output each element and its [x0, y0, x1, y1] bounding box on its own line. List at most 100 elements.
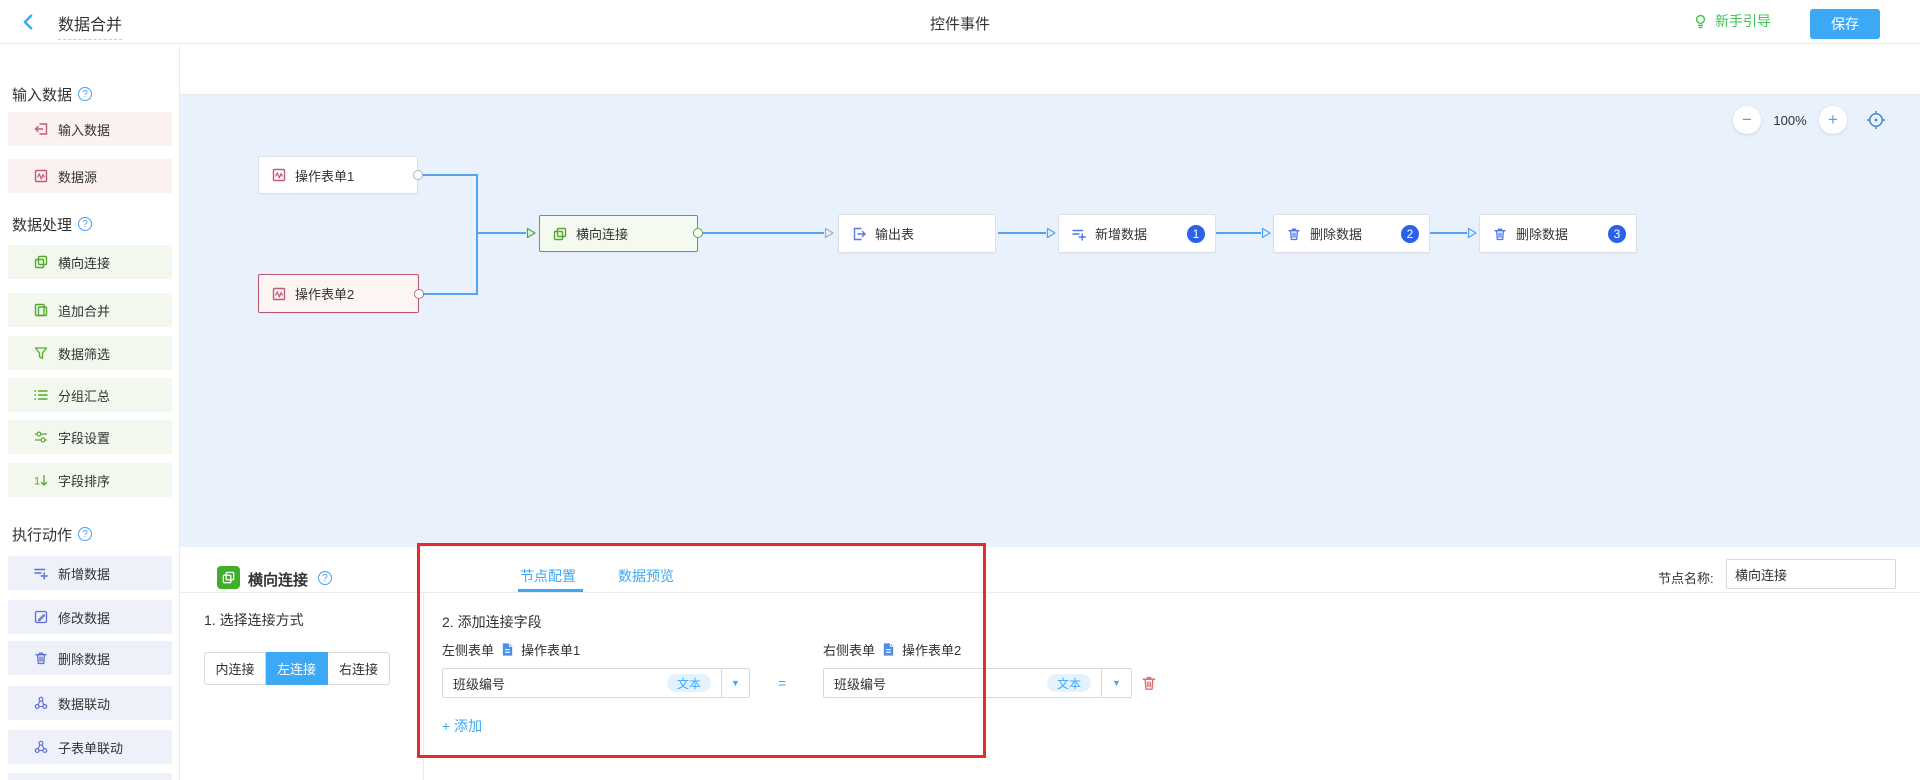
wire — [476, 174, 478, 295]
sidebar-item-data-filter[interactable]: 数据筛选 — [8, 336, 172, 370]
flow-canvas[interactable] — [180, 95, 1920, 547]
node-label: 横向连接 — [576, 224, 628, 243]
sidebar-item-edit-data[interactable]: 修改数据 — [8, 600, 172, 634]
arrowhead-icon — [1467, 227, 1479, 239]
output-port[interactable] — [414, 289, 424, 299]
add-join-field-link[interactable]: + 添加 — [442, 716, 482, 736]
join-type-segment: 内连接 左连接 右连接 — [204, 652, 390, 685]
field-settings-icon — [33, 429, 49, 445]
step2-label: 2. 添加连接字段 — [442, 612, 542, 632]
sidebar-section-input-data: 输入数据 ? — [12, 84, 92, 104]
panel-node-title: 横向连接 — [248, 569, 308, 590]
zoom-in-button[interactable]: + — [1819, 106, 1847, 134]
sidebar-item-delete-data[interactable]: 删除数据 — [8, 641, 172, 675]
sidebar-section-data-processing: 数据处理 ? — [12, 214, 92, 234]
node-name-input[interactable] — [1726, 559, 1896, 589]
arrowhead-icon — [824, 227, 836, 239]
help-icon[interactable]: ? — [78, 527, 92, 541]
form-doc-icon — [500, 642, 515, 657]
horizontal-join-icon — [552, 226, 568, 242]
node-output-table[interactable]: 输出表 — [838, 214, 996, 253]
join-left-button[interactable]: 左连接 — [266, 652, 328, 685]
sidebar-item-subform-linkage[interactable]: 子表单联动 — [8, 730, 172, 764]
sidebar-item-label: 横向连接 — [58, 253, 110, 272]
wire — [419, 293, 478, 295]
data-source-icon — [33, 168, 49, 184]
config-panel: 横向连接 ? 节点配置 数据预览 节点名称: 1. 选择连接方式 内连接 左连接… — [180, 547, 1920, 780]
field-type-badge: 文本 — [667, 674, 711, 692]
left-field-dropdown-button[interactable]: ▼ — [722, 668, 750, 698]
wire — [477, 232, 526, 234]
node-order-badge: 3 — [1608, 225, 1626, 243]
sidebar-item-partial[interactable] — [8, 773, 172, 780]
top-header: 数据合并 控件事件 新手引导 保存 — [0, 0, 1920, 44]
right-form-row: 右侧表单 操作表单2 — [823, 640, 961, 659]
data-linkage-icon — [33, 695, 49, 711]
fit-view-target-icon[interactable] — [1866, 110, 1886, 130]
node-label: 删除数据 — [1516, 224, 1568, 243]
section-label: 执行动作 — [12, 524, 72, 545]
sidebar-item-input-data[interactable]: 输入数据 — [8, 112, 172, 146]
node-name-label: 节点名称: — [1658, 568, 1714, 587]
sidebar-item-label: 追加合并 — [58, 301, 110, 320]
sidebar-item-group-summary[interactable]: 分组汇总 — [8, 378, 172, 412]
node-form-1[interactable]: 操作表单1 — [258, 156, 418, 194]
sidebar-item-horizontal-join[interactable]: 横向连接 — [8, 245, 172, 279]
sidebar-item-label: 数据源 — [58, 167, 97, 186]
sidebar-item-field-settings[interactable]: 字段设置 — [8, 420, 172, 454]
join-inner-button[interactable]: 内连接 — [204, 652, 266, 685]
beginner-guide-label: 新手引导 — [1715, 11, 1771, 31]
lightbulb-icon — [1692, 13, 1709, 30]
node-add-data[interactable]: 新增数据 1 — [1058, 214, 1216, 253]
help-icon[interactable]: ? — [78, 87, 92, 101]
wire — [418, 174, 478, 176]
help-icon[interactable]: ? — [78, 217, 92, 231]
panel-divider — [180, 592, 1920, 593]
right-form-label: 右侧表单 — [823, 640, 875, 659]
sidebar-item-label: 删除数据 — [58, 649, 110, 668]
right-field-dropdown-button[interactable]: ▼ — [1102, 668, 1132, 698]
sidebar-item-field-sort[interactable]: 字段排序 — [8, 463, 172, 497]
wire — [1216, 232, 1261, 234]
output-port[interactable] — [413, 170, 423, 180]
node-horizontal-join[interactable]: 横向连接 — [539, 215, 698, 252]
node-delete-data-2[interactable]: 删除数据 3 — [1479, 214, 1637, 253]
left-field-value: 班级编号 — [453, 674, 505, 693]
sidebar-item-label: 数据联动 — [58, 694, 110, 713]
left-form-row: 左侧表单 操作表单1 — [442, 640, 580, 659]
output-port[interactable] — [693, 228, 703, 238]
sidebar-item-data-source[interactable]: 数据源 — [8, 159, 172, 193]
node-label: 输出表 — [875, 224, 914, 243]
sidebar-section-actions: 执行动作 ? — [12, 524, 92, 544]
form-icon — [271, 167, 287, 183]
node-form-2[interactable]: 操作表单2 — [258, 274, 419, 313]
add-data-icon — [33, 565, 49, 581]
left-field-select[interactable]: 班级编号 文本 — [442, 668, 722, 698]
right-field-value: 班级编号 — [834, 674, 886, 693]
sidebar-item-append-merge[interactable]: 追加合并 — [8, 293, 172, 327]
tab-node-config[interactable]: 节点配置 — [520, 566, 576, 586]
delete-field-row-icon[interactable] — [1140, 674, 1158, 692]
sidebar: 输入数据 ? 输入数据 数据源 数据处理 ? 横向连接 追加合并 数据筛选 — [0, 44, 180, 780]
node-label: 删除数据 — [1310, 224, 1362, 243]
sidebar-item-add-data[interactable]: 新增数据 — [8, 556, 172, 590]
zoom-out-button[interactable]: − — [1733, 106, 1761, 134]
save-button[interactable]: 保存 — [1810, 9, 1880, 39]
node-delete-data-1[interactable]: 删除数据 2 — [1273, 214, 1430, 253]
sidebar-item-label: 分组汇总 — [58, 386, 110, 405]
help-icon[interactable]: ? — [318, 571, 332, 585]
sidebar-item-data-linkage[interactable]: 数据联动 — [8, 686, 172, 720]
canvas-toolbar — [180, 44, 1920, 95]
right-field-select[interactable]: 班级编号 文本 — [823, 668, 1102, 698]
beginner-guide-link[interactable]: 新手引导 — [1692, 11, 1771, 31]
export-icon — [851, 226, 867, 242]
arrowhead-icon — [1261, 227, 1273, 239]
delete-data-icon — [1492, 226, 1508, 242]
field-type-badge: 文本 — [1047, 674, 1091, 692]
tab-data-preview[interactable]: 数据预览 — [618, 566, 674, 586]
join-right-button[interactable]: 右连接 — [328, 652, 390, 685]
right-form-value: 操作表单2 — [902, 640, 961, 659]
horizontal-join-icon — [33, 254, 49, 270]
node-label: 操作表单2 — [295, 284, 354, 303]
sidebar-item-label: 字段设置 — [58, 428, 110, 447]
